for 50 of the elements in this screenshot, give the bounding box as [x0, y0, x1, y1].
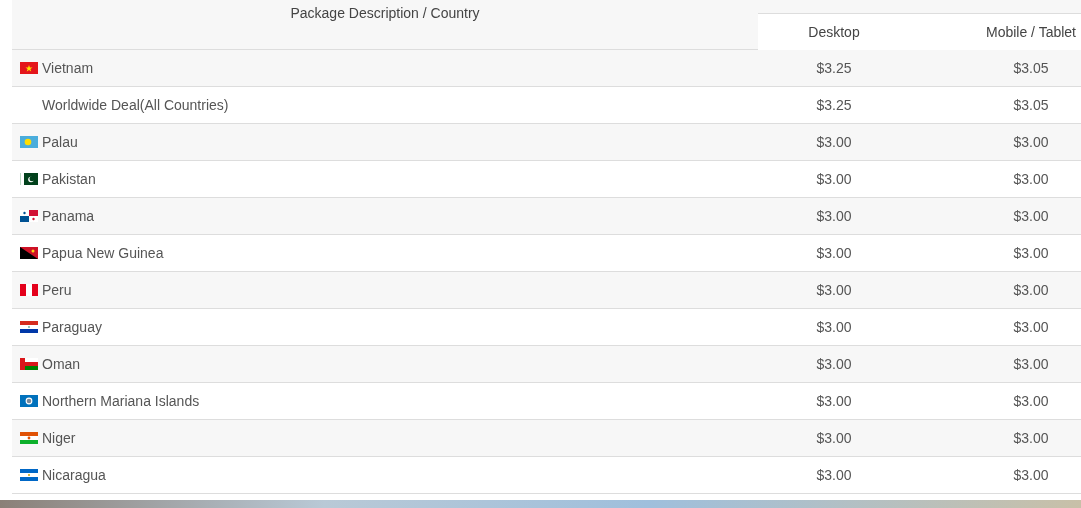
mobile-price: $3.00 — [1013, 208, 1049, 224]
country-name: Oman — [42, 356, 81, 372]
country-name: Pakistan — [42, 171, 96, 187]
flag-icon — [20, 358, 38, 370]
mobile-price: $3.00 — [1013, 467, 1049, 483]
country-name: Niger — [42, 430, 76, 446]
desktop-price: $3.00 — [816, 208, 852, 224]
desktop-price: $3.00 — [816, 467, 852, 483]
desktop-price: $3.25 — [816, 60, 852, 76]
country-name: Vietnam — [42, 60, 94, 76]
flag-icon — [20, 247, 38, 259]
desktop-price: $3.00 — [816, 356, 852, 372]
country-name: Palau — [42, 134, 78, 150]
country-name: Nicaragua — [42, 467, 106, 483]
desktop-price: $3.00 — [816, 134, 852, 150]
column-header: Mobile / Tablet — [985, 23, 1077, 42]
column-header: Desktop — [807, 23, 861, 42]
mobile-price: $3.05 — [1013, 97, 1049, 113]
mobile-price: $3.00 — [1013, 245, 1049, 261]
mobile-price: $3.00 — [1013, 393, 1049, 409]
mobile-price: $3.05 — [1013, 60, 1049, 76]
country-name: Panama — [42, 208, 95, 224]
desktop-price: $3.25 — [816, 97, 852, 113]
desktop-price: $3.00 — [816, 171, 852, 187]
mobile-price: $3.00 — [1013, 282, 1049, 298]
mobile-price: $3.00 — [1013, 319, 1049, 335]
mobile-price: $3.00 — [1013, 356, 1049, 372]
flag-icon — [20, 173, 38, 185]
flag-icon — [20, 210, 38, 222]
mobile-price: $3.00 — [1013, 430, 1049, 446]
country-name: Peru — [42, 282, 72, 298]
desktop-price: $3.00 — [816, 282, 852, 298]
column-header: Package Description / Country — [289, 4, 481, 23]
flag-icon — [20, 469, 38, 481]
flag-icon — [20, 136, 38, 148]
flag-icon — [20, 432, 38, 444]
mobile-price: $3.00 — [1013, 134, 1049, 150]
country-name: Worldwide Deal(All Countries) — [42, 97, 229, 113]
country-name: Paraguay — [42, 319, 102, 335]
country-name: Northern Mariana Islands — [42, 393, 200, 409]
desktop-price: $3.00 — [816, 393, 852, 409]
mobile-price: $3.00 — [1013, 171, 1049, 187]
flag-icon — [20, 62, 38, 74]
flag-icon — [20, 395, 38, 407]
flag-icon — [20, 284, 38, 296]
desktop-price: $3.00 — [816, 319, 852, 335]
flag-icon — [20, 321, 38, 333]
desktop-price: $3.00 — [816, 430, 852, 446]
desktop-price: $3.00 — [816, 245, 852, 261]
country-name: Papua New Guinea — [42, 245, 164, 261]
